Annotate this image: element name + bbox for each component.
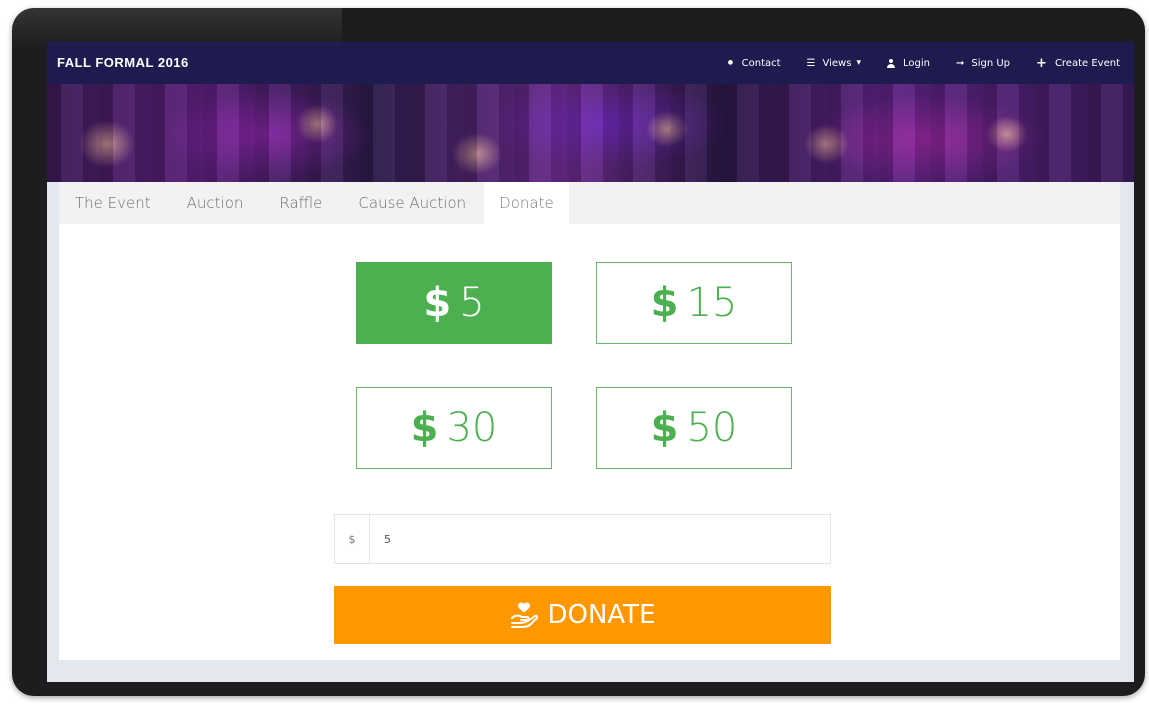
caret-down-icon: ▾: [856, 58, 861, 68]
amount-value: 5: [459, 280, 485, 326]
dollar-sign: $: [650, 280, 679, 326]
donate-label: DONATE: [547, 600, 656, 630]
nav-contact-label: Contact: [741, 57, 781, 69]
info-circle-icon: ⚫: [726, 57, 735, 69]
plus-icon: +: [1036, 55, 1047, 71]
sign-in-icon: ➞: [955, 57, 965, 69]
nav-contact[interactable]: ⚫ Contact: [726, 58, 780, 69]
device-frame: FALL FORMAL 2016 ⚫ Contact ☰ Views ▾ Log…: [12, 8, 1145, 696]
event-banner-photo: [47, 84, 1134, 182]
custom-amount-input[interactable]: [370, 515, 830, 563]
event-tabs: The Event Auction Raffle Cause Auction D…: [59, 182, 1120, 224]
amount-5-button[interactable]: $ 5: [356, 262, 552, 344]
currency-addon: $: [335, 515, 370, 563]
amount-value: 30: [446, 405, 498, 451]
donate-button[interactable]: DONATE: [334, 586, 831, 644]
amount-15-button[interactable]: $ 15: [596, 262, 792, 344]
tab-auction[interactable]: Auction: [169, 182, 262, 224]
nav-signup-label: Sign Up: [971, 57, 1011, 69]
amount-value: 15: [686, 280, 738, 326]
nav-login-label: Login: [902, 57, 930, 69]
navbar: FALL FORMAL 2016 ⚫ Contact ☰ Views ▾ Log…: [47, 42, 1134, 84]
dollar-sign: $: [650, 405, 679, 451]
nav-menu: ⚫ Contact ☰ Views ▾ Login ➞ Sign Up + Cr…: [700, 42, 1120, 84]
nav-views-label: Views: [822, 57, 852, 69]
nav-views[interactable]: ☰ Views ▾: [807, 58, 861, 69]
tab-the-event[interactable]: The Event: [59, 182, 169, 224]
event-card: The Event Auction Raffle Cause Auction D…: [59, 182, 1120, 660]
browser-screen: FALL FORMAL 2016 ⚫ Contact ☰ Views ▾ Log…: [47, 42, 1134, 682]
nav-create-event[interactable]: + Create Event: [1036, 56, 1120, 71]
tab-donate[interactable]: Donate: [484, 182, 569, 224]
amount-50-button[interactable]: $ 50: [596, 387, 792, 469]
banner-overlay: [47, 84, 1134, 182]
tab-cause-auction[interactable]: Cause Auction: [340, 182, 484, 224]
nav-create-event-label: Create Event: [1054, 57, 1120, 69]
tab-raffle[interactable]: Raffle: [261, 182, 340, 224]
nav-signup[interactable]: ➞ Sign Up: [956, 58, 1010, 69]
nav-login[interactable]: Login: [886, 57, 930, 69]
user-icon: [886, 58, 895, 68]
amount-30-button[interactable]: $ 30: [356, 387, 552, 469]
brand-title[interactable]: FALL FORMAL 2016: [57, 55, 189, 70]
dollar-sign: $: [423, 280, 452, 326]
dollar-sign: $: [410, 405, 439, 451]
amount-value: 50: [686, 405, 738, 451]
custom-amount-group: $: [334, 514, 831, 564]
heart-hand-icon: [511, 602, 539, 628]
list-icon: ☰: [806, 57, 816, 69]
